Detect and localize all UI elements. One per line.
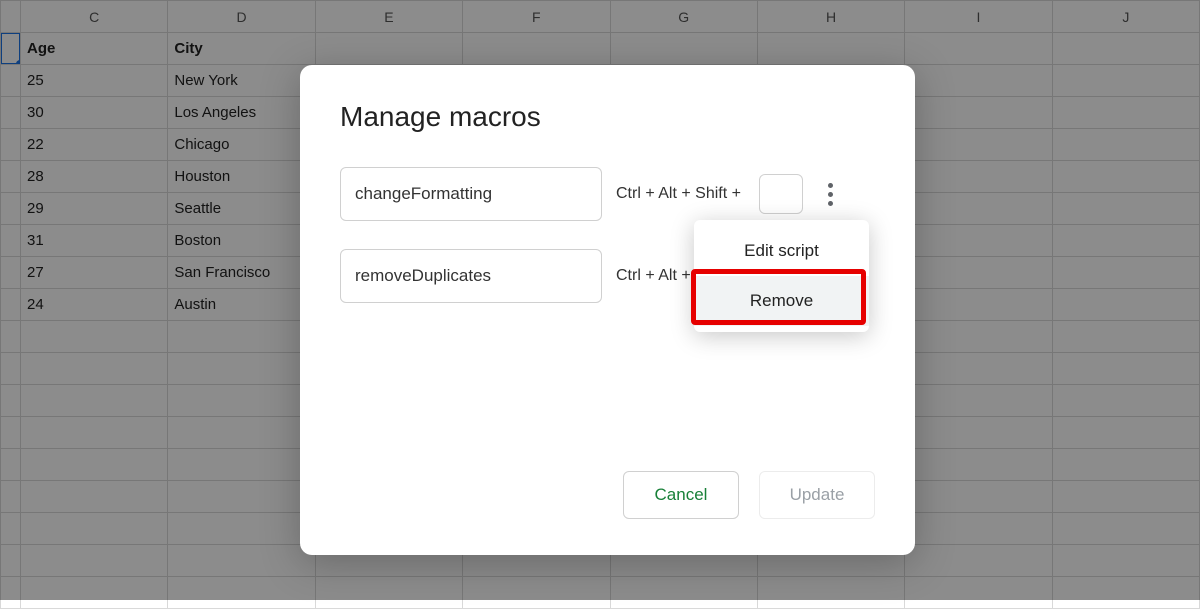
macro-name-input[interactable] <box>340 249 602 303</box>
dialog-actions: Cancel Update <box>623 471 875 519</box>
kebab-dot-icon <box>828 192 833 197</box>
update-button[interactable]: Update <box>759 471 875 519</box>
dialog-title: Manage macros <box>340 101 875 133</box>
menu-item-edit-script[interactable]: Edit script <box>694 226 869 276</box>
macro-context-menu: Edit script Remove <box>694 220 869 332</box>
cancel-button[interactable]: Cancel <box>623 471 739 519</box>
macro-name-input[interactable] <box>340 167 602 221</box>
kebab-dot-icon <box>828 201 833 206</box>
macro-row-1: Ctrl + Alt + Shift + <box>340 167 875 221</box>
shortcut-label: Ctrl + Alt + Shift + <box>616 185 741 203</box>
menu-item-remove[interactable]: Remove <box>694 276 869 326</box>
kebab-dot-icon <box>828 183 833 188</box>
macro-options-button[interactable] <box>817 175 845 213</box>
shortcut-key-input[interactable] <box>759 174 803 214</box>
